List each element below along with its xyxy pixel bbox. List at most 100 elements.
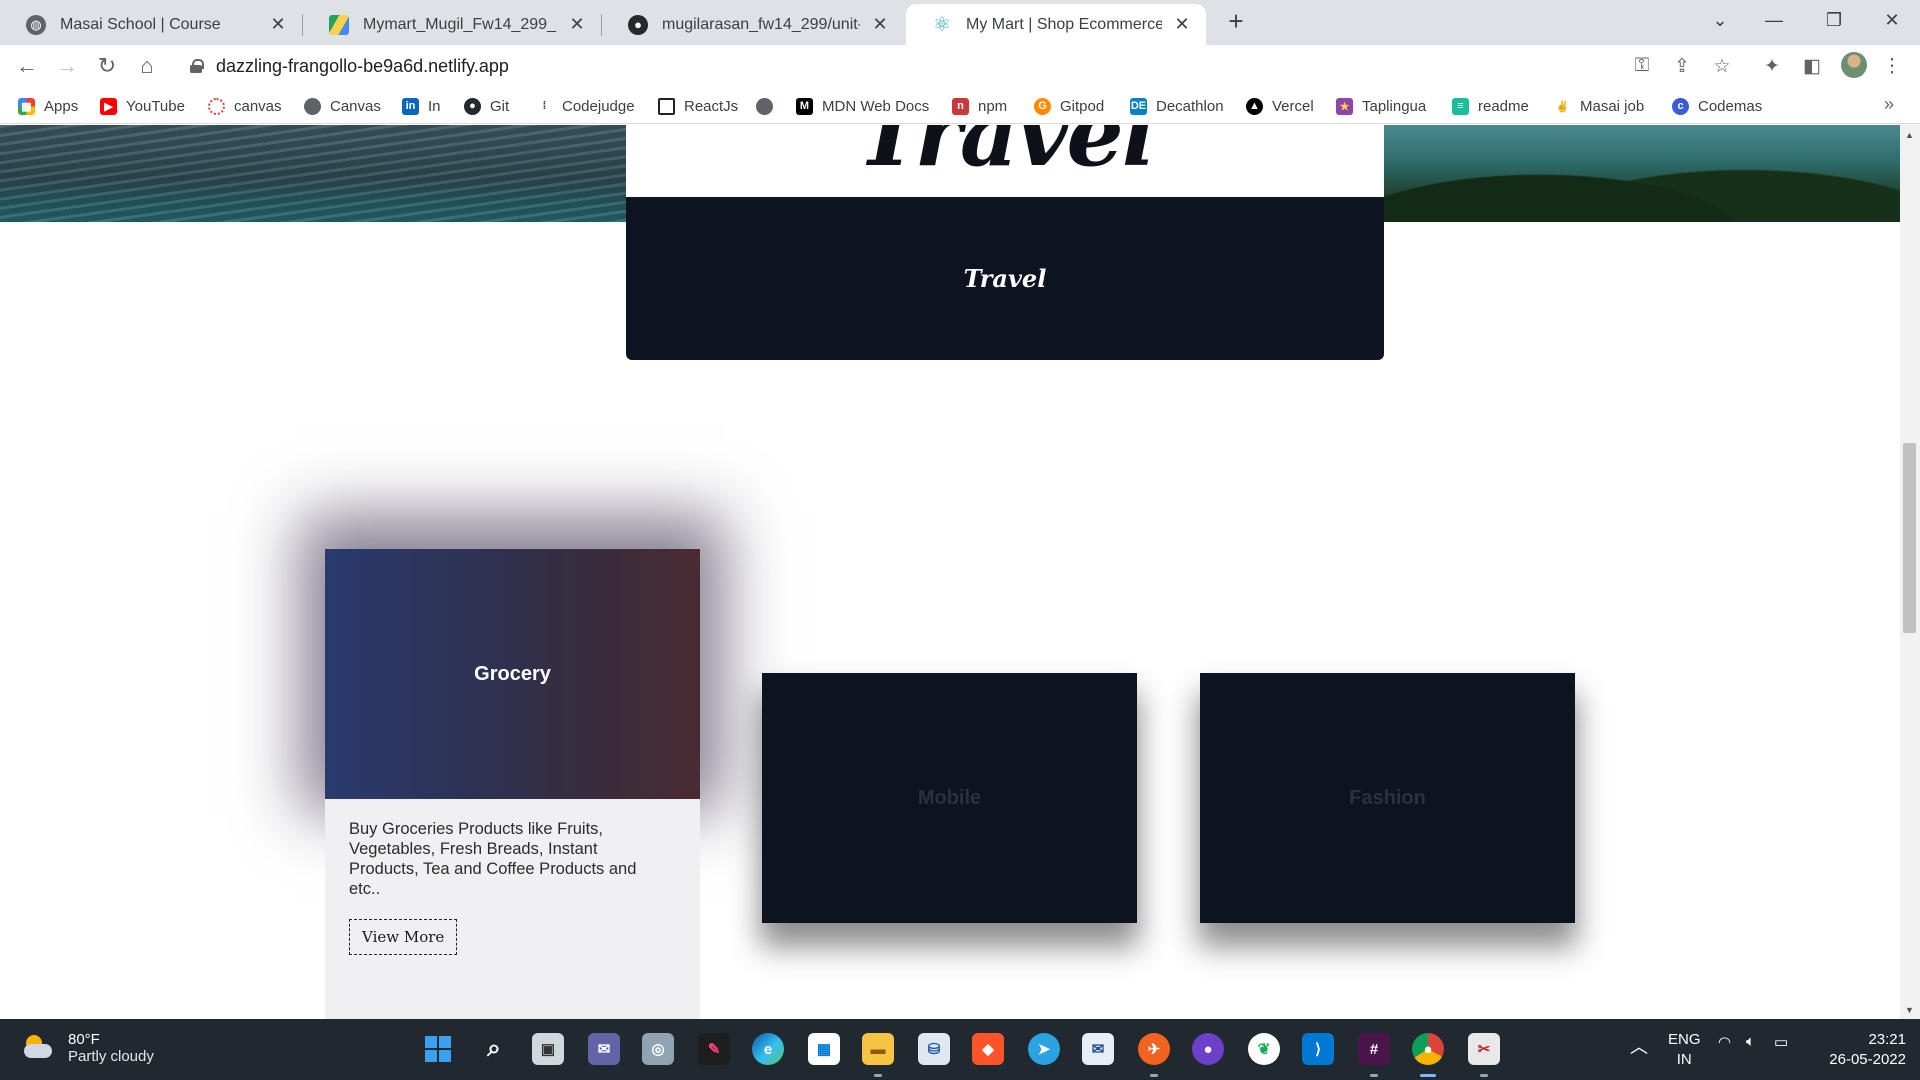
gitpod-icon: G (1034, 97, 1051, 115)
profile-avatar[interactable] (1841, 52, 1867, 78)
bookmark-decathlon[interactable]: DE Decathlon (1130, 95, 1224, 117)
bookmark-canvas[interactable]: canvas (208, 95, 282, 117)
category-card-mobile[interactable]: Mobile (762, 673, 1137, 923)
scroll-up-arrow-icon[interactable]: ▲ (1905, 130, 1914, 140)
bookmark-youtube[interactable]: ▶ YouTube (100, 95, 185, 117)
bookmark-codejudge[interactable]: ⁞ Codejudge (536, 95, 635, 117)
tab-my-mart[interactable]: ⚛ My Mart | Shop Ecommerce Prod ✕ (906, 4, 1206, 45)
bookmark-codemas[interactable]: c Codemas (1672, 95, 1762, 117)
language-indicator[interactable]: ENG IN (1668, 1030, 1701, 1070)
windows-start-icon[interactable] (422, 1033, 454, 1065)
hero-category-band[interactable]: Travel (626, 197, 1384, 360)
bookmark-npm[interactable]: n npm (952, 95, 1007, 117)
menu-kebab-icon[interactable]: ⋮ (1879, 53, 1905, 79)
category-card-grocery[interactable]: Grocery Buy Groceries Products like Frui… (325, 549, 700, 1019)
minimize-button[interactable]: — (1746, 0, 1802, 40)
tray-overflow-chevron-icon[interactable]: ︿ (1630, 1033, 1648, 1059)
snipping-tool-icon[interactable]: ✂ (1468, 1033, 1500, 1065)
mongodb-icon[interactable]: ❦ (1248, 1033, 1280, 1065)
category-title: Fashion (1349, 786, 1426, 809)
mdn-icon: M (796, 97, 813, 115)
bookmark-canvas-2[interactable]: Canvas (304, 95, 381, 117)
home-icon[interactable]: ⌂ (132, 51, 162, 81)
bookmark-gitpod[interactable]: G Gitpod (1034, 95, 1104, 117)
tab-google-drive[interactable]: Mymart_Mugil_Fw14_299_FinalO ✕ (303, 4, 601, 45)
weather-widget[interactable]: 80°F Partly cloudy (24, 1031, 154, 1065)
vscode-icon[interactable]: ⟩ (1302, 1033, 1334, 1065)
tab-github[interactable]: ● mugilarasan_fw14_299/unit-6/Fr ✕ (602, 4, 904, 45)
scroll-down-arrow-icon[interactable]: ▼ (1905, 1005, 1914, 1015)
extensions-icon[interactable]: ✦ (1759, 53, 1785, 79)
volume-icon[interactable]: 🔈︎ (1746, 1033, 1755, 1050)
bookmark-apps[interactable]: ▦ Apps (18, 95, 78, 117)
share-icon[interactable]: ⇪ (1669, 53, 1695, 79)
browser-toolbar: ← → ↻ ⌂ dazzling-frangollo-be9a6d.netlif… (0, 45, 1920, 86)
bookmark-vercel[interactable]: ▲ Vercel (1246, 95, 1314, 117)
bookmark-git[interactable]: ● Git (464, 95, 509, 117)
edge-icon[interactable]: e (752, 1033, 784, 1065)
view-more-button[interactable]: View More (349, 919, 458, 955)
restore-button[interactable]: ❐ (1806, 0, 1862, 40)
postman-like-icon[interactable]: ✎ (698, 1033, 730, 1065)
battery-icon[interactable]: ▭ (1774, 1033, 1788, 1051)
close-icon[interactable]: ✕ (870, 14, 890, 35)
decathlon-icon: DE (1130, 97, 1147, 115)
wifi-icon[interactable]: ◠ (1718, 1033, 1731, 1051)
hero-image-ocean (0, 125, 626, 222)
bookmark-globe[interactable] (756, 95, 782, 117)
vercel-icon: ▲ (1246, 97, 1263, 115)
close-icon[interactable]: ✕ (567, 14, 587, 35)
active-indicator (1420, 1074, 1436, 1077)
category-body: Buy Groceries Products like Fruits, Vege… (325, 799, 700, 1019)
postman-icon[interactable]: ✈ (1138, 1033, 1170, 1065)
category-thumb[interactable]: Mobile (762, 673, 1137, 923)
url-text[interactable]: dazzling-frangollo-be9a6d.netlify.app (216, 56, 509, 77)
hero-category-label: Travel (963, 264, 1047, 293)
tab-masai-school[interactable]: ◍ Masai School | Course ✕ (0, 4, 302, 45)
reload-icon[interactable]: ↻ (92, 51, 122, 81)
new-tab-button[interactable]: + (1222, 8, 1250, 36)
codejudge-icon: ⁞ (536, 97, 553, 115)
close-icon[interactable]: ✕ (268, 14, 288, 35)
close-window-button[interactable]: ✕ (1864, 0, 1920, 40)
bookmark-linkedin[interactable]: in In (402, 95, 441, 117)
close-icon[interactable]: ✕ (1172, 14, 1192, 35)
category-card-fashion[interactable]: Fashion (1200, 673, 1575, 923)
page-viewport: Travel Travel Grocery Buy Groceries Prod… (0, 125, 1900, 1019)
taskbar-clock[interactable]: 23:21 26-05-2022 (1816, 1030, 1906, 1070)
tab-title: Masai School | Course (60, 15, 221, 33)
bookmark-reactjs[interactable]: ReactJs (658, 95, 738, 117)
file-explorer-icon[interactable]: ▬ (862, 1033, 894, 1065)
store-icon[interactable]: ▦ (808, 1033, 840, 1065)
star-icon[interactable]: ☆ (1709, 53, 1735, 79)
side-panel-icon[interactable]: ◧ (1799, 53, 1825, 79)
search-icon[interactable]: ⌕ (478, 1033, 510, 1065)
lock-icon[interactable] (190, 59, 204, 73)
key-icon[interactable]: ⚿ (1629, 53, 1655, 79)
forward-arrow-icon[interactable]: → (52, 51, 82, 81)
mysql-workbench-icon[interactable]: ⛁ (918, 1033, 950, 1065)
bookmark-mdn[interactable]: M MDN Web Docs (796, 95, 929, 117)
tab-search-chevron-icon[interactable]: ⌄ (1692, 0, 1748, 40)
bookmarks-overflow-icon[interactable]: » (1884, 94, 1894, 115)
mail-icon[interactable]: ✉ (1082, 1033, 1114, 1065)
github-desktop-icon[interactable]: ● (1192, 1033, 1224, 1065)
address-bar[interactable]: dazzling-frangollo-be9a6d.netlify.app (176, 49, 1726, 83)
bookmark-taplingua[interactable]: ★ Taplingua (1336, 95, 1426, 117)
category-thumb[interactable]: Fashion (1200, 673, 1575, 923)
category-thumb[interactable]: Grocery (325, 549, 700, 799)
bookmark-masai-job[interactable]: ✌ Masai job (1554, 95, 1644, 117)
chrome-icon[interactable]: ● (1412, 1033, 1444, 1065)
globe-icon (756, 97, 773, 115)
snip-icon[interactable]: ◎ (642, 1033, 674, 1065)
back-arrow-icon[interactable]: ← (12, 51, 42, 81)
canvas-icon (208, 97, 225, 115)
telegram-icon[interactable]: ➤ (1028, 1033, 1060, 1065)
google-drive-icon (329, 14, 349, 35)
scrollbar-thumb[interactable] (1903, 443, 1916, 633)
teams-chat-icon[interactable]: ✉ (588, 1033, 620, 1065)
slack-icon[interactable]: # (1358, 1033, 1390, 1065)
task-view-icon[interactable]: ▣ (532, 1033, 564, 1065)
bookmark-readme[interactable]: ≡ readme (1452, 95, 1529, 117)
brave-icon[interactable]: ◆ (972, 1033, 1004, 1065)
